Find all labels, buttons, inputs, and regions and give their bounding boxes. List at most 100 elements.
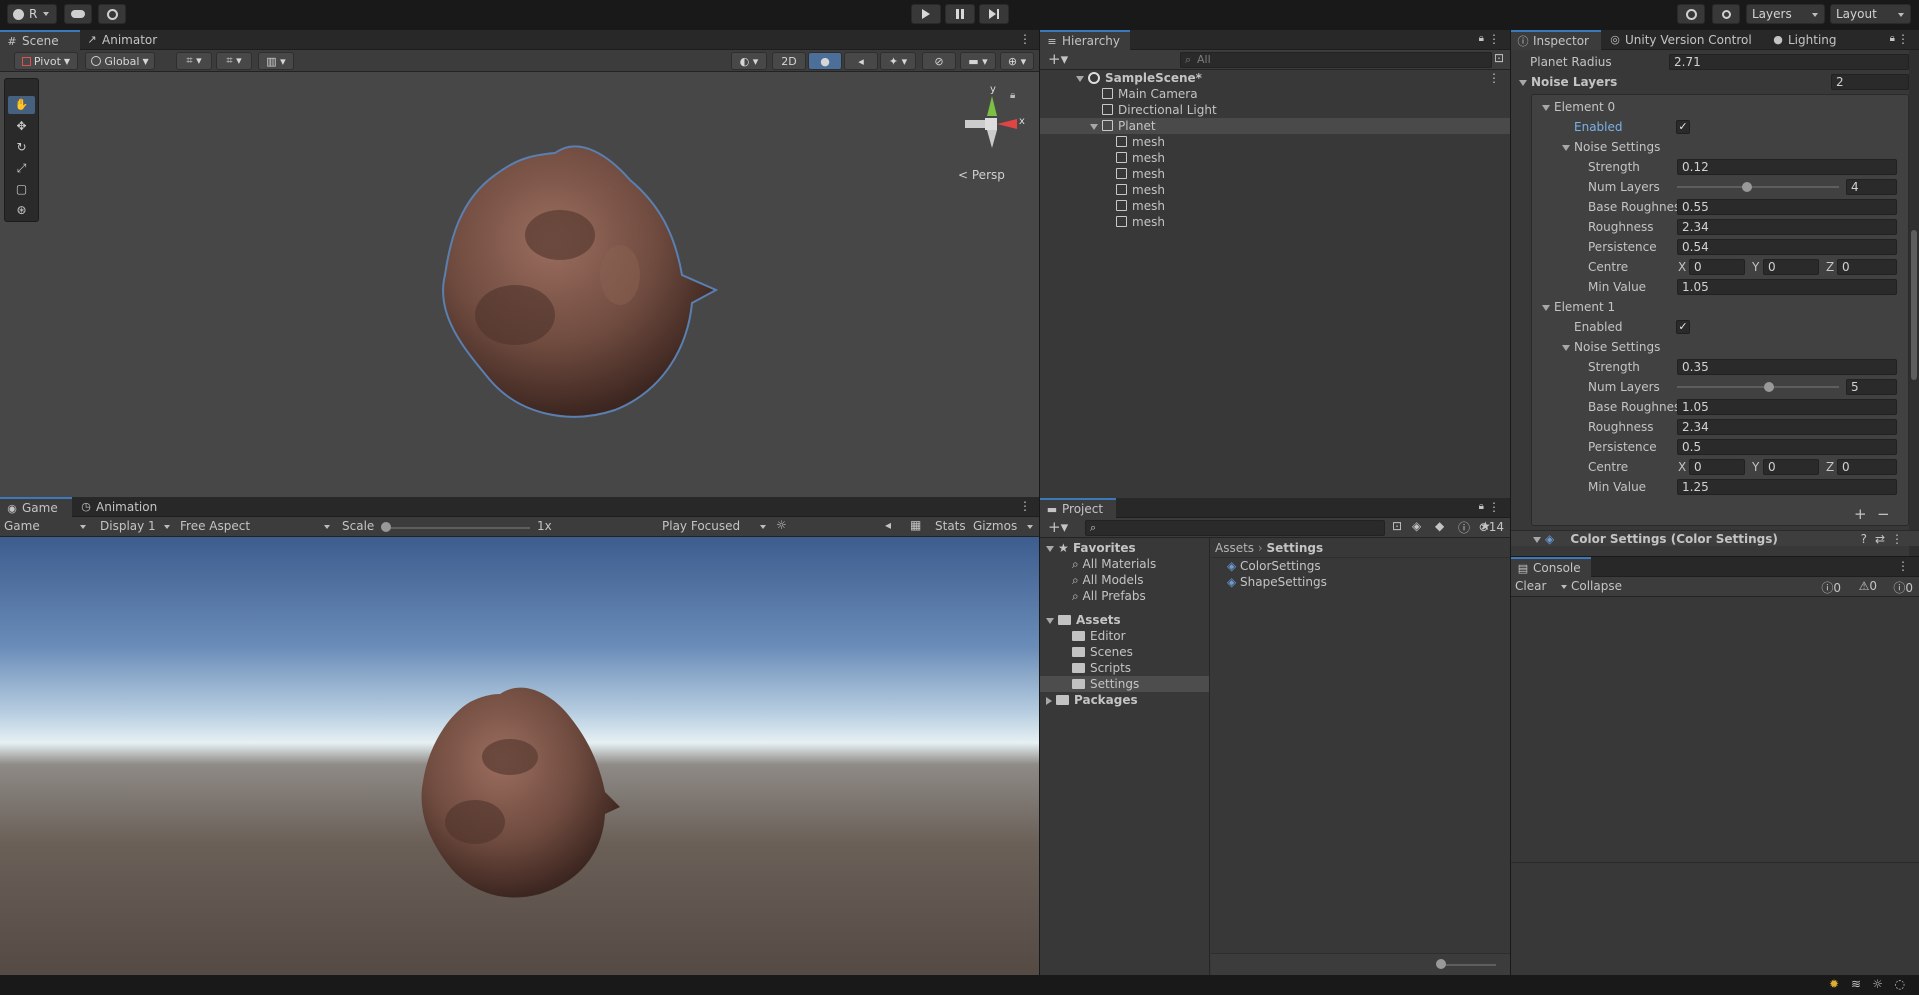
project-menu-icon[interactable]: ⋮ [1488, 500, 1500, 514]
game-view[interactable] [0, 537, 1039, 975]
asset-folder[interactable]: Editor [1040, 628, 1209, 644]
play-focused-dropdown[interactable]: Play Focused [662, 519, 768, 535]
asset-folder[interactable]: Scenes [1040, 644, 1209, 660]
noise-layers-count-field[interactable]: 2 [1831, 74, 1909, 90]
gizmos-dropdown[interactable]: ⊕ ▾ [1000, 52, 1034, 70]
list-add-button[interactable]: + [1854, 505, 1867, 523]
tab-version-control[interactable]: ◎ Unity Version Control [1603, 30, 1763, 50]
lock-icon[interactable]: 🔒︎ [1010, 90, 1015, 101]
visibility-toggle[interactable]: ⊘ [922, 52, 956, 70]
collapse-button[interactable]: Collapse [1571, 579, 1622, 593]
cloud-button[interactable] [64, 4, 92, 24]
asset-folder[interactable]: Scripts [1040, 660, 1209, 676]
account-button[interactable]: R [7, 4, 57, 24]
enabled-checkbox[interactable]: ✓ [1676, 120, 1690, 134]
aspect-dropdown[interactable]: Free Aspect [180, 519, 332, 535]
grid-snap-button[interactable]: ⌗ ▾ [176, 52, 212, 70]
hierarchy-item-mesh[interactable]: mesh [1040, 166, 1510, 182]
gizmos-dropdown-game[interactable]: Gizmos [973, 519, 1035, 535]
transform-tool[interactable]: ⊛ [8, 201, 35, 219]
num-layers-field[interactable]: 4 [1846, 179, 1897, 195]
breadcrumb-settings[interactable]: Settings [1267, 541, 1324, 555]
hierarchy-item-directional-light[interactable]: Directional Light [1040, 102, 1510, 118]
tab-animation[interactable]: ◷ Animation [74, 497, 164, 517]
layers-dropdown[interactable]: Layers [1746, 4, 1825, 24]
icon-size-knob[interactable] [1436, 959, 1446, 969]
hierarchy-item-mesh[interactable]: mesh [1040, 182, 1510, 198]
noise-settings-header[interactable]: Noise Settings [1532, 339, 1910, 355]
fav-item[interactable]: ⌕ All Materials [1040, 556, 1209, 572]
icon-size-slider[interactable] [1441, 964, 1496, 966]
cache-icon[interactable]: ≋ [1851, 977, 1861, 991]
tab-game[interactable]: ◉ Game [0, 497, 72, 517]
element-1-header[interactable]: Element 1 [1532, 299, 1910, 315]
persp-label[interactable]: < Persp [958, 168, 1005, 182]
error-filter[interactable]: ⓘ0 [1893, 579, 1913, 596]
num-layers-field[interactable]: 5 [1846, 379, 1897, 395]
hierarchy-item-planet[interactable]: Planet [1040, 118, 1510, 134]
pause-button[interactable] [945, 4, 975, 24]
project-search-input[interactable]: ⌕ [1085, 520, 1385, 536]
tab-hierarchy[interactable]: ≡ Hierarchy [1040, 30, 1130, 50]
lighting-toggle[interactable]: ● [808, 52, 842, 70]
project-lock-icon[interactable]: 🔒︎ [1479, 501, 1484, 512]
hidden-count[interactable]: ⊘14 [1479, 520, 1504, 534]
scale-tool[interactable]: ⤢ [8, 159, 35, 177]
snap-increment-button[interactable]: ⌗ ▾ [216, 52, 252, 70]
scene-planet[interactable] [420, 125, 730, 435]
roughness-field[interactable]: 2.34 [1677, 419, 1897, 435]
min-value-field[interactable]: 1.05 [1677, 279, 1897, 295]
num-layers-slider[interactable] [1677, 186, 1839, 188]
base-roughness-field[interactable]: 1.05 [1677, 399, 1897, 415]
hierarchy-item-mesh[interactable]: mesh [1040, 150, 1510, 166]
global-dropdown[interactable]: Global ▼ [85, 52, 155, 70]
history-button[interactable] [1677, 4, 1705, 24]
fav-item[interactable]: ⌕ All Prefabs [1040, 588, 1209, 604]
hand-tool[interactable]: ✋ [8, 96, 35, 114]
list-remove-button[interactable]: − [1877, 505, 1890, 523]
noise-settings-header[interactable]: Noise Settings [1532, 139, 1910, 155]
num-layers-slider[interactable] [1677, 386, 1839, 388]
play-button[interactable] [911, 4, 941, 24]
search-options-icon[interactable]: ⊡ [1494, 51, 1504, 65]
persistence-field[interactable]: 0.5 [1677, 439, 1897, 455]
strength-field[interactable]: 0.12 [1677, 159, 1897, 175]
tab-animator[interactable]: ↗ Animator [80, 30, 160, 50]
tab-console[interactable]: ▤ Console [1511, 557, 1591, 577]
hierarchy-search-input[interactable]: ⌕ All [1180, 52, 1492, 68]
draw-mode-dropdown[interactable]: ◐ ▾ [731, 52, 767, 70]
info-filter[interactable]: ⓘ0 [1821, 579, 1841, 596]
add-icon[interactable]: +▾ [1048, 50, 1068, 68]
strength-field[interactable]: 0.35 [1677, 359, 1897, 375]
element-0-header[interactable]: Element 0 [1532, 99, 1910, 115]
asset-folder-selected[interactable]: Settings [1040, 676, 1209, 692]
audio-toggle[interactable]: ◂ [844, 52, 878, 70]
game-menu-icon[interactable]: ⋮ [1019, 499, 1031, 513]
hierarchy-item-mesh[interactable]: mesh [1040, 198, 1510, 214]
rect-tool[interactable]: ▢ [8, 180, 35, 198]
component-menu-icon[interactable]: ⋮ [1891, 531, 1903, 547]
hierarchy-item-mesh[interactable]: mesh [1040, 214, 1510, 230]
collab-button[interactable] [98, 4, 126, 24]
console-menu-icon[interactable]: ⋮ [1897, 559, 1909, 573]
project-add-icon[interactable]: +▾ [1048, 518, 1068, 536]
hierarchy-item-mesh[interactable]: mesh [1040, 134, 1510, 150]
hierarchy-item-main-camera[interactable]: Main Camera [1040, 86, 1510, 102]
inspector-scrollbar[interactable] [1909, 50, 1919, 556]
keyboard-icon[interactable]: ▦ [910, 518, 921, 532]
effects-dropdown[interactable]: ✦ ▾ [880, 52, 916, 70]
file-color-settings[interactable]: ◈ ColorSettings [1211, 558, 1510, 574]
favorites-header[interactable]: ★ Favorites [1040, 540, 1209, 556]
inspector-lock-icon[interactable]: 🔒︎ [1890, 33, 1895, 44]
bug-icon[interactable]: ☼ [776, 518, 787, 532]
tab-inspector[interactable]: ⓘ Inspector [1511, 30, 1601, 50]
base-roughness-field[interactable]: 0.55 [1677, 199, 1897, 215]
status-check-icon[interactable]: ◌ [1895, 977, 1905, 991]
planet-radius-field[interactable]: 2.71 [1669, 54, 1909, 70]
stats-button[interactable]: Stats [935, 519, 966, 533]
min-value-field[interactable]: 1.25 [1677, 479, 1897, 495]
lighting-status-icon[interactable]: ✹ [1829, 977, 1839, 991]
tab-scene[interactable]: # Scene [0, 30, 80, 50]
game-mode-dropdown[interactable]: Game [4, 519, 90, 535]
centre-y-field[interactable]: 0 [1763, 459, 1819, 475]
